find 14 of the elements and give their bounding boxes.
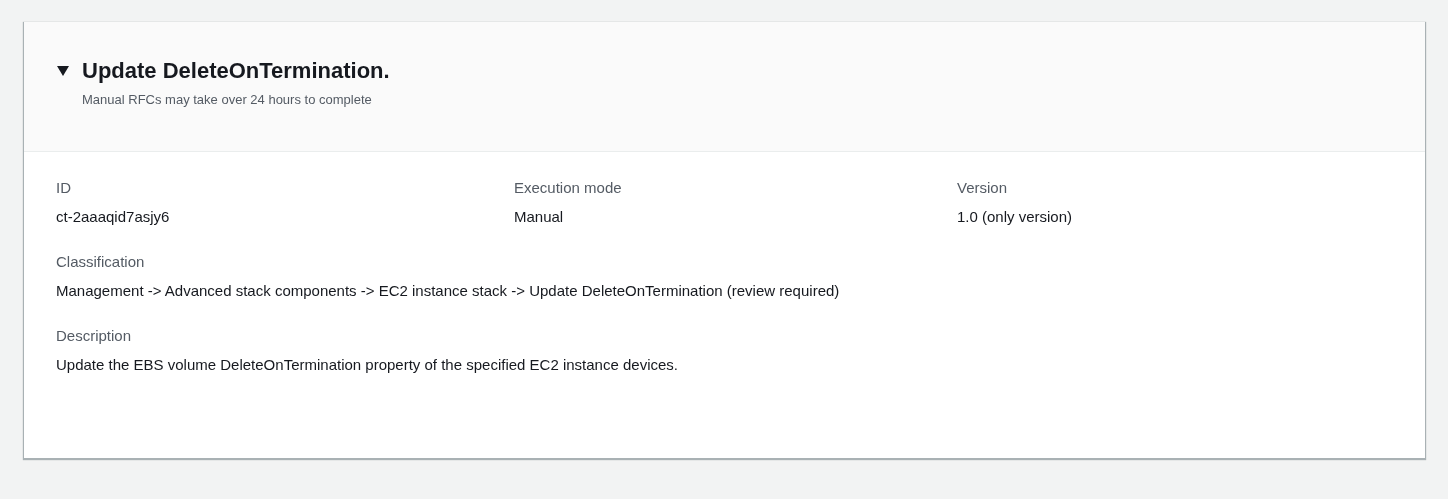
field-value: ct-2aaaqid7asjy6: [56, 207, 171, 227]
panel-title: Update DeleteOnTermination.: [82, 58, 390, 84]
field-label: Execution mode: [514, 178, 623, 198]
field-value: Management -> Advanced stack components -> EC2 instance stack -> Update DeleteOnTermination (review required): [56, 281, 841, 301]
field-label: ID: [56, 178, 72, 198]
field-label: Version: [957, 178, 1009, 198]
field-value: Manual: [514, 207, 565, 227]
field-label: Description: [56, 326, 133, 346]
field-value: Update the EBS volume DeleteOnTermination property of the specified EC2 instance devices.: [56, 355, 679, 375]
expand-toggle[interactable]: [56, 65, 70, 77]
caret-icon: [57, 66, 69, 76]
panel-subtitle: Manual RFCs may take over 24 hours to complete: [82, 92, 373, 107]
field-label: Classification: [56, 252, 146, 272]
field-value: 1.0 (only version): [957, 207, 1074, 227]
